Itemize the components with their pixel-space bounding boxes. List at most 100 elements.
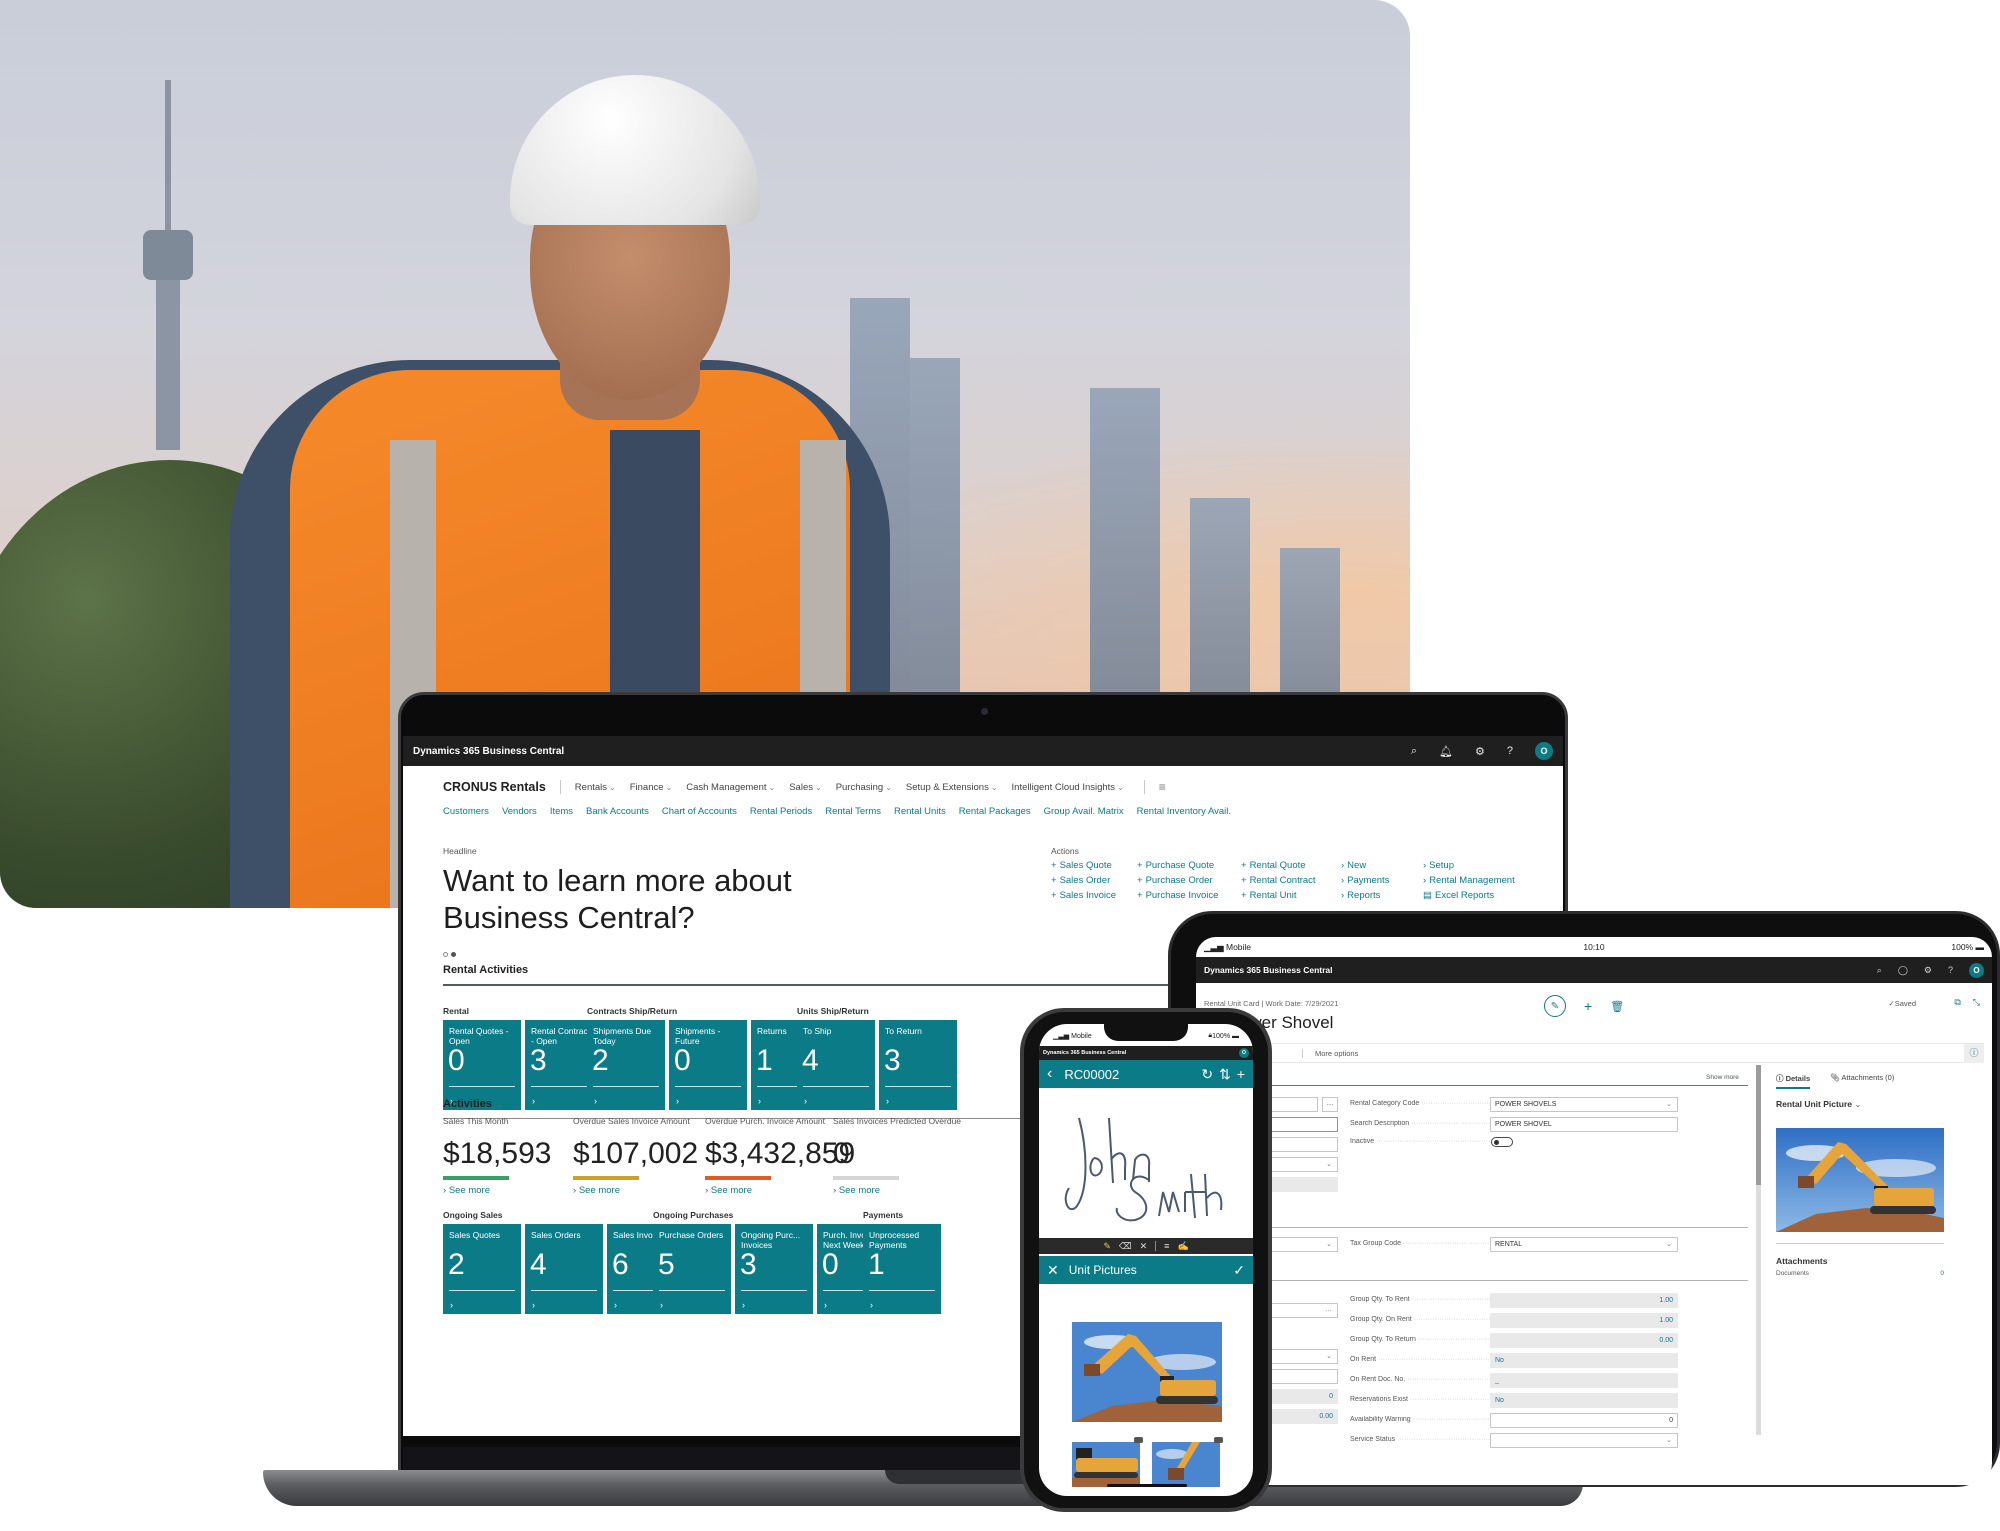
gear-icon[interactable]: ⚙	[1924, 965, 1932, 976]
pen-icon[interactable]: ✎	[1103, 1241, 1111, 1252]
action-link[interactable]: › Reports	[1341, 890, 1423, 901]
edit-icon[interactable]: ✍	[1177, 1241, 1188, 1252]
action-link[interactable]: + Rental Quote	[1241, 860, 1341, 871]
avatar[interactable]: O	[1535, 742, 1553, 760]
action-link[interactable]: + Sales Order	[1051, 875, 1137, 886]
delete-icon[interactable]: 🗑︎	[1610, 1000, 1624, 1013]
edit-icon[interactable]: ✎	[1544, 995, 1566, 1017]
cue-tile[interactable]: Sales Orders 4 ›	[525, 1224, 603, 1314]
action-link[interactable]: › Rental Management	[1423, 875, 1533, 886]
rental-category-code-select[interactable]: POWER SHOVELS ⌄	[1490, 1097, 1678, 1112]
back-icon[interactable]: ‹	[1047, 1065, 1052, 1083]
cue-tile[interactable]: Ongoing Purc... Invoices 3 ›	[735, 1224, 813, 1314]
action-link[interactable]: + Purchase Quote	[1137, 860, 1241, 871]
unit-picture-thumbnail[interactable]	[1072, 1442, 1140, 1487]
cue-tile[interactable]: To Return 3 ›	[879, 1020, 957, 1110]
collapse-icon[interactable]: ⤡	[1973, 997, 1980, 1008]
nav-menu-cash-management[interactable]: Cash Management	[686, 782, 775, 793]
nav-link-rental-terms[interactable]: Rental Terms	[825, 806, 881, 817]
action-link[interactable]: › Setup	[1423, 860, 1533, 871]
nav-link-rental-inventory-avail[interactable]: Rental Inventory Avail.	[1137, 806, 1231, 817]
nav-link-items[interactable]: Items	[550, 806, 573, 817]
nav-link-chart-of-accounts[interactable]: Chart of Accounts	[662, 806, 737, 817]
action-link[interactable]: ▤ Excel Reports	[1423, 890, 1533, 901]
hamburger-menu-icon[interactable]: ≡	[1143, 780, 1166, 794]
cue-tile[interactable]: Unprocessed Payments 1 ›	[863, 1224, 941, 1314]
cue-tile[interactable]: Sales Quotes 2 ›	[443, 1224, 521, 1314]
cue-tile[interactable]: Shipments - Future 0 ›	[669, 1020, 747, 1110]
nav-menu-intelligent-cloud[interactable]: Intelligent Cloud Insights	[1012, 782, 1124, 793]
rental-unit-picture-title[interactable]: Rental Unit Picture ⌄	[1766, 1099, 1986, 1110]
headline-text[interactable]: Want to learn more about Business Centra…	[443, 862, 863, 936]
action-link[interactable]: + Rental Contract	[1241, 875, 1341, 886]
help-icon[interactable]: ?	[1948, 965, 1953, 975]
clear-icon[interactable]: ✕	[1140, 1241, 1148, 1252]
action-link[interactable]: + Purchase Order	[1137, 875, 1241, 886]
action-link[interactable]: › New	[1341, 860, 1423, 871]
excavator-picture[interactable]	[1776, 1128, 1944, 1232]
nav-menu-rentals[interactable]: Rentals	[575, 782, 616, 793]
nav-menu-sales[interactable]: Sales	[789, 782, 821, 793]
inactive-toggle[interactable]	[1491, 1137, 1513, 1147]
more-options-button[interactable]: More options	[1302, 1049, 1358, 1058]
action-link[interactable]: + Purchase Invoice	[1137, 890, 1241, 901]
delete-thumbnail-icon[interactable]	[1134, 1437, 1143, 1443]
eraser-icon[interactable]: ⌫	[1119, 1241, 1132, 1252]
gear-icon[interactable]: ⚙	[1475, 745, 1485, 758]
close-icon[interactable]: ✕	[1047, 1262, 1059, 1279]
nav-link-group-avail-matrix[interactable]: Group Avail. Matrix	[1044, 806, 1124, 817]
unit-picture-main[interactable]	[1072, 1322, 1222, 1422]
tab-attachments[interactable]: 📎︎ Attachments (0)	[1830, 1073, 1894, 1089]
cue-tile[interactable]: Purchase Orders 5 ›	[653, 1224, 731, 1314]
pager-dot[interactable]	[443, 952, 448, 957]
action-link[interactable]: › Payments	[1341, 875, 1423, 886]
assist-edit-button[interactable]: …	[1322, 1097, 1338, 1112]
new-icon[interactable]: +	[1584, 998, 1592, 1014]
cue-tile[interactable]: To Ship 4 ›	[797, 1020, 875, 1110]
see-more-link[interactable]: › See more	[443, 1185, 583, 1196]
search-icon[interactable]: ⌕	[1411, 745, 1417, 758]
see-more-link[interactable]: › See more	[573, 1185, 713, 1196]
kpi-tile[interactable]: Sales This Month $18,593 › See more	[443, 1116, 583, 1196]
pager-dot-active[interactable]	[451, 952, 456, 957]
open-new-window-icon[interactable]: ⧉	[1954, 997, 1960, 1008]
tax-group-code-select[interactable]: RENTAL ⌄	[1490, 1237, 1678, 1252]
cue-tile[interactable]: Rental Quotes - Open 0 ›	[443, 1020, 521, 1110]
see-more-link[interactable]: › See more	[833, 1185, 973, 1196]
action-link[interactable]: + Rental Unit	[1241, 890, 1341, 901]
avatar[interactable]: O	[1969, 962, 1984, 978]
company-name[interactable]: CRONUS Rentals	[443, 780, 561, 794]
sort-icon[interactable]: ⇅	[1219, 1066, 1231, 1083]
nav-menu-finance[interactable]: Finance	[630, 782, 673, 793]
cue-tile[interactable]: Shipments Due Today 2 ›	[587, 1020, 665, 1110]
signature-pad[interactable]	[1039, 1088, 1253, 1238]
nav-link-rental-periods[interactable]: Rental Periods	[750, 806, 812, 817]
avatar[interactable]: O	[1239, 1048, 1249, 1058]
nav-link-bank-accounts[interactable]: Bank Accounts	[586, 806, 649, 817]
field-value[interactable]: ⌄	[1490, 1433, 1678, 1448]
scrollbar-thumb[interactable]	[1756, 1065, 1761, 1185]
nav-link-customers[interactable]: Customers	[443, 806, 489, 817]
action-link[interactable]: + Sales Quote	[1051, 860, 1137, 871]
nav-link-rental-units[interactable]: Rental Units	[894, 806, 946, 817]
kpi-tile[interactable]: Overdue Sales Invoice Amount $107,002 › Se…	[573, 1116, 713, 1196]
bell-icon[interactable]: 🔔︎	[1439, 745, 1453, 758]
show-more-link[interactable]: Show more	[1706, 1074, 1739, 1081]
help-icon[interactable]: ?	[1507, 745, 1513, 757]
nav-menu-setup-extensions[interactable]: Setup & Extensions	[906, 782, 998, 793]
field-value[interactable]: 0	[1490, 1413, 1678, 1428]
nav-menu-purchasing[interactable]: Purchasing	[836, 782, 892, 793]
info-icon[interactable]: ⓘ	[1964, 1044, 1984, 1063]
add-icon[interactable]: +	[1237, 1066, 1245, 1083]
action-link[interactable]: + Sales Invoice	[1051, 890, 1137, 901]
nav-link-rental-packages[interactable]: Rental Packages	[959, 806, 1031, 817]
line-width-icon[interactable]: ≡	[1164, 1241, 1169, 1251]
documents-count[interactable]: 0	[1940, 1270, 1944, 1277]
vertical-scrollbar[interactable]	[1756, 1065, 1761, 1435]
check-icon[interactable]: ✓	[1233, 1262, 1245, 1279]
delete-thumbnail-icon[interactable]	[1214, 1437, 1223, 1443]
search-icon[interactable]: ⌕	[1877, 965, 1882, 976]
kpi-tile[interactable]: Sales Invoices Predicted Overdue 0 › See m…	[833, 1116, 973, 1196]
unit-picture-thumbnail[interactable]	[1152, 1442, 1220, 1487]
refresh-icon[interactable]: ↻	[1201, 1066, 1213, 1083]
